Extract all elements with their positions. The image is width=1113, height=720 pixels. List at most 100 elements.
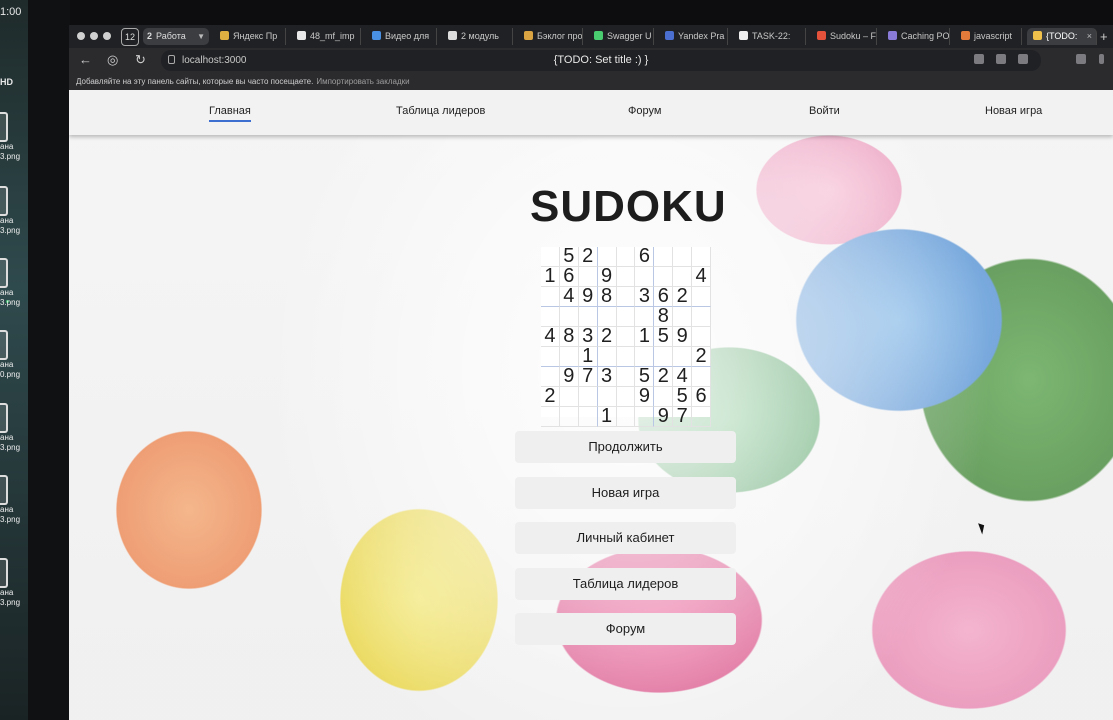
sudoku-cell[interactable]	[597, 347, 617, 367]
sudoku-cell[interactable]: 2	[692, 346, 711, 367]
sudoku-cell[interactable]	[673, 267, 693, 287]
close-tab-icon[interactable]: ×	[1087, 28, 1092, 45]
omnibox[interactable]: {TODO: Set title :) } localhost:3000	[161, 50, 1041, 71]
sudoku-cell[interactable]: 4	[541, 326, 560, 347]
url-text[interactable]: localhost:3000	[182, 50, 247, 71]
sudoku-cell[interactable]: 8	[654, 306, 674, 327]
browser-tab[interactable]: Яндекс Пр	[214, 28, 286, 45]
sudoku-cell[interactable]: 9	[597, 266, 617, 287]
nav-forum[interactable]: Форум	[628, 105, 661, 117]
sudoku-cell[interactable]: 6	[654, 286, 674, 307]
shield-icon[interactable]: ◎	[107, 52, 118, 68]
browser-tab[interactable]: Видео для	[366, 28, 437, 45]
sudoku-cell[interactable]: 8	[559, 326, 579, 347]
sudoku-cell[interactable]	[654, 247, 674, 267]
import-bookmarks-link[interactable]: Импортировать закладки	[316, 77, 409, 86]
sudoku-cell[interactable]	[541, 347, 560, 367]
sudoku-cell[interactable]: 4	[673, 366, 693, 387]
sudoku-cell[interactable]	[654, 347, 674, 367]
sudoku-cell[interactable]	[654, 387, 674, 407]
maximize-window-icon[interactable]	[103, 32, 111, 40]
sudoku-cell[interactable]	[635, 267, 655, 287]
sudoku-cell[interactable]: 9	[654, 406, 674, 427]
sudoku-cell[interactable]: 2	[597, 326, 617, 347]
sudoku-cell[interactable]	[578, 407, 598, 427]
nav-leaderboard[interactable]: Таблица лидеров	[396, 105, 485, 117]
sudoku-cell[interactable]	[541, 407, 560, 427]
sudoku-cell[interactable]: 4	[559, 286, 579, 307]
sudoku-cell[interactable]	[692, 287, 711, 307]
sudoku-cell[interactable]: 7	[673, 406, 693, 427]
sudoku-cell[interactable]	[559, 387, 579, 407]
sudoku-cell[interactable]: 4	[692, 266, 711, 287]
sudoku-board[interactable]: 526169449836284832159129735242956197	[541, 246, 711, 427]
browser-tab[interactable]: Бэклог про	[518, 28, 583, 45]
sudoku-cell[interactable]	[541, 287, 560, 307]
sudoku-cell[interactable]	[616, 407, 636, 427]
sudoku-cell[interactable]: 1	[541, 266, 560, 287]
sudoku-cell[interactable]	[692, 307, 711, 327]
desktop-file[interactable]: ана 3.png	[0, 258, 30, 318]
sudoku-cell[interactable]	[673, 247, 693, 267]
sudoku-cell[interactable]: 9	[559, 366, 579, 387]
browser-tab[interactable]: Yandex Pra	[659, 28, 728, 45]
sudoku-cell[interactable]	[616, 307, 636, 327]
nav-home[interactable]: Главная	[209, 105, 251, 122]
sudoku-cell[interactable]: 7	[578, 366, 598, 387]
sudoku-cell[interactable]	[578, 307, 598, 327]
tab-group[interactable]: 2 Работа ▼	[143, 28, 209, 45]
sudoku-cell[interactable]	[616, 327, 636, 347]
sudoku-cell[interactable]: 6	[559, 266, 579, 287]
extension-icon[interactable]	[974, 54, 984, 64]
browser-tab[interactable]: Swagger U	[588, 28, 654, 45]
sudoku-cell[interactable]: 5	[559, 246, 579, 267]
sudoku-cell[interactable]	[597, 387, 617, 407]
browser-tab[interactable]: TASK-22:	[733, 28, 806, 45]
sudoku-cell[interactable]	[559, 407, 579, 427]
sudoku-cell[interactable]	[616, 287, 636, 307]
sudoku-cell[interactable]: 1	[635, 326, 655, 347]
sudoku-cell[interactable]: 5	[673, 386, 693, 407]
browser-tab[interactable]: Caching PO	[882, 28, 950, 45]
desktop-file[interactable]: ана 3.png	[0, 475, 30, 535]
sudoku-cell[interactable]: 1	[597, 406, 617, 427]
sudoku-cell[interactable]	[616, 387, 636, 407]
browser-tab[interactable]: javascript	[955, 28, 1022, 45]
sudoku-cell[interactable]: 2	[578, 246, 598, 267]
browser-tab[interactable]: Sudoku – F	[811, 28, 877, 45]
sudoku-cell[interactable]	[692, 407, 711, 427]
new-game-button[interactable]: Новая игра	[515, 476, 736, 509]
sudoku-cell[interactable]: 3	[597, 366, 617, 387]
new-tab-icon[interactable]: +	[1100, 28, 1108, 45]
minimize-window-icon[interactable]	[90, 32, 98, 40]
extension-icon[interactable]	[996, 54, 1006, 64]
sudoku-cell[interactable]: 9	[673, 326, 693, 347]
sudoku-cell[interactable]	[616, 367, 636, 387]
sudoku-cell[interactable]: 5	[635, 366, 655, 387]
sudoku-cell[interactable]	[541, 307, 560, 327]
back-icon[interactable]: ←	[79, 52, 92, 68]
sudoku-cell[interactable]	[673, 307, 693, 327]
nav-new-game[interactable]: Новая игра	[985, 105, 1042, 117]
sudoku-cell[interactable]: 2	[541, 386, 560, 407]
sudoku-cell[interactable]	[692, 367, 711, 387]
sudoku-cell[interactable]: 3	[578, 326, 598, 347]
sudoku-cell[interactable]	[541, 247, 560, 267]
sudoku-cell[interactable]: 8	[597, 286, 617, 307]
browser-tab[interactable]: {TODO: ×	[1027, 28, 1097, 45]
sudoku-cell[interactable]: 1	[578, 346, 598, 367]
sudoku-cell[interactable]: 5	[654, 326, 674, 347]
sudoku-cell[interactable]	[635, 407, 655, 427]
sudoku-cell[interactable]: 9	[578, 286, 598, 307]
sudoku-cell[interactable]	[559, 307, 579, 327]
sudoku-cell[interactable]	[616, 347, 636, 367]
continue-button[interactable]: Продолжить	[515, 431, 736, 463]
profile-button[interactable]: Личный кабинет	[515, 522, 736, 554]
sudoku-cell[interactable]	[616, 267, 636, 287]
sudoku-cell[interactable]	[541, 367, 560, 387]
sudoku-cell[interactable]	[635, 307, 655, 327]
media-icon[interactable]	[1076, 54, 1086, 64]
sudoku-cell[interactable]	[673, 347, 693, 367]
nav-login[interactable]: Войти	[809, 105, 840, 117]
sudoku-cell[interactable]	[692, 327, 711, 347]
